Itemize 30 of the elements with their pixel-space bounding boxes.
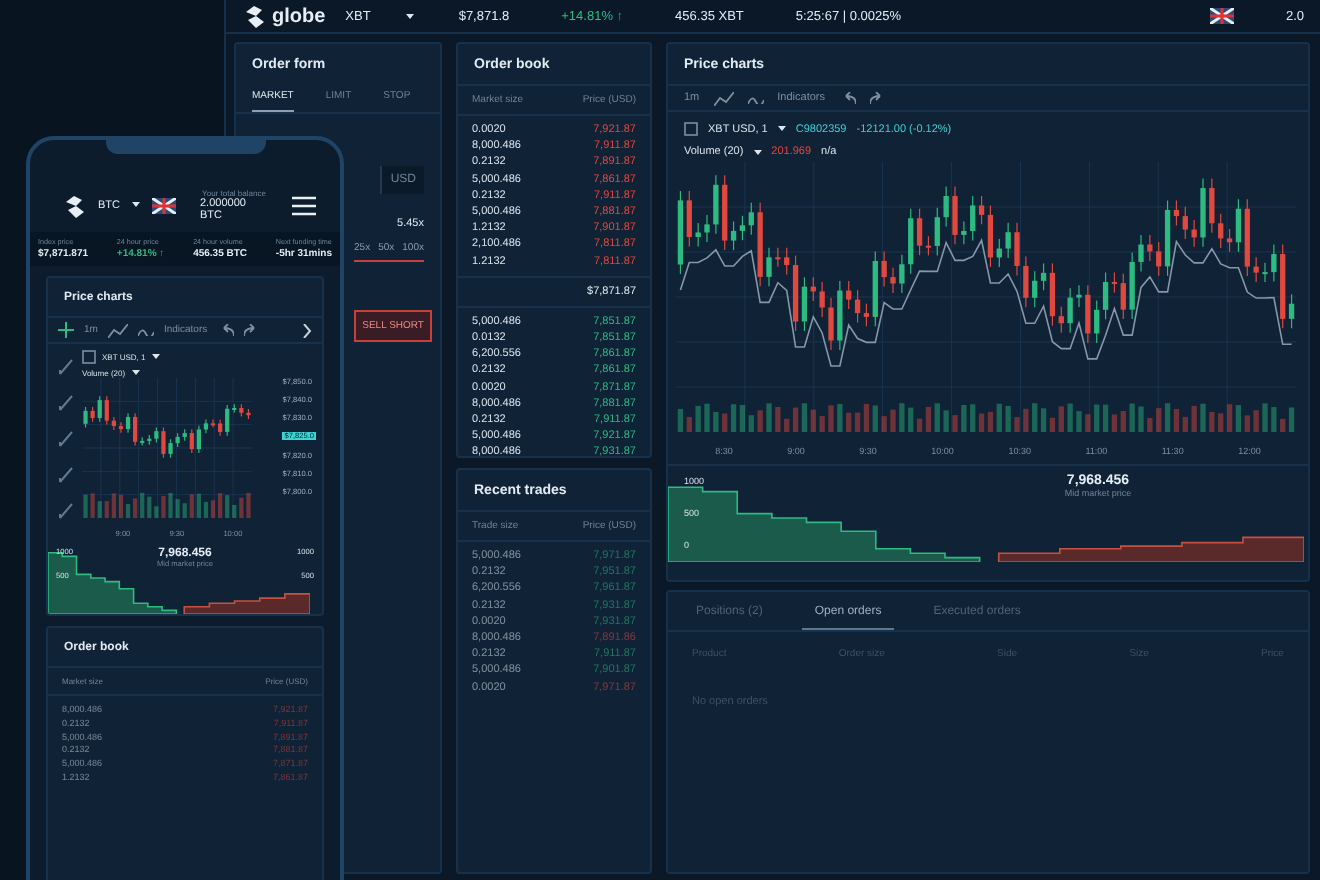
drawing-tool-icon[interactable] <box>58 394 74 412</box>
redo-icon[interactable] <box>243 324 260 336</box>
caret-icon[interactable] <box>132 202 140 208</box>
caret-icon[interactable] <box>131 370 140 376</box>
wave-icon[interactable] <box>747 93 764 103</box>
undo-icon[interactable] <box>839 92 855 104</box>
caret-icon[interactable] <box>151 354 160 360</box>
drawing-tool-icon[interactable] <box>58 358 74 376</box>
line-chart-icon[interactable] <box>107 323 128 337</box>
caret-icon[interactable] <box>777 126 786 132</box>
drawing-tool-icon[interactable] <box>58 466 74 484</box>
caret-icon[interactable] <box>406 13 415 19</box>
logo-text: globe <box>272 5 326 27</box>
menu-icon[interactable] <box>292 195 316 215</box>
square-icon[interactable] <box>684 122 698 136</box>
plus-icon[interactable] <box>58 322 74 338</box>
drawing-tool-icon[interactable] <box>58 430 74 448</box>
logo-icon[interactable] <box>242 4 266 28</box>
flag-icon[interactable] <box>1209 8 1234 24</box>
line-chart-icon[interactable] <box>713 91 734 105</box>
logo-icon[interactable] <box>62 193 86 217</box>
square-icon[interactable] <box>82 350 96 364</box>
caret-icon[interactable] <box>753 149 762 155</box>
undo-icon[interactable] <box>217 324 234 336</box>
chevron-right-icon[interactable] <box>302 323 312 337</box>
drawing-tool-icon[interactable] <box>58 502 74 520</box>
ask-depth-area <box>183 593 310 614</box>
wave-icon[interactable] <box>137 325 154 335</box>
redo-icon[interactable] <box>869 92 885 104</box>
flag-icon[interactable] <box>152 197 176 213</box>
